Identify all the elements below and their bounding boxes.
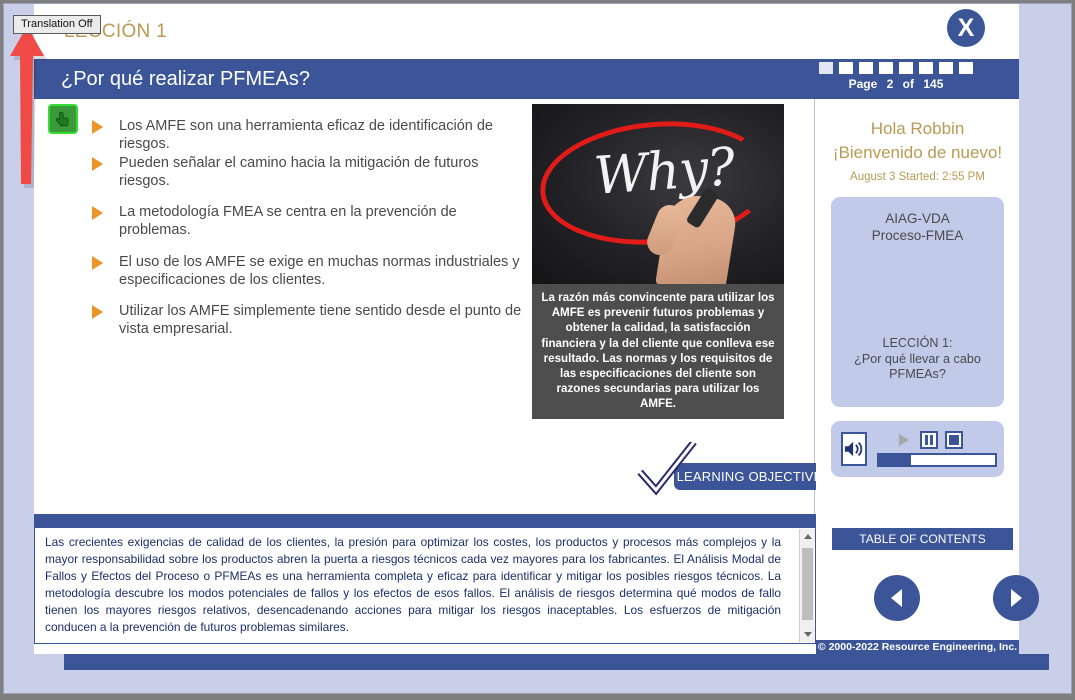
body-text-panel: Las crecientes exigencias de calidad de … — [34, 527, 816, 644]
green-pointing-hand-icon[interactable] — [48, 104, 78, 134]
current-lesson-block: LECCIÓN 1: ¿Por qué llevar a cabo PFMEAs… — [831, 336, 1004, 383]
header-bar: ¿Por qué realizar PFMEAs? Page 2 of 145 — [34, 59, 1019, 99]
stop-icon[interactable] — [945, 431, 963, 449]
learning-objectives-button[interactable]: LEARNING OBJECTIVES — [674, 463, 834, 490]
desktop-background: LECCIÓN 1 X ¿Por qué realizar PFMEAs? Pa… — [0, 0, 1075, 700]
pager-square — [819, 62, 833, 74]
bullet-triangle-icon — [92, 120, 103, 134]
table-of-contents-button[interactable]: TABLE OF CONTENTS — [832, 528, 1013, 550]
bullet-item: Los AMFE son una herramienta eficaz de i… — [92, 117, 522, 154]
scrollbar[interactable] — [799, 529, 815, 642]
bullet-triangle-icon — [92, 305, 103, 320]
speaker-on-icon[interactable] — [841, 432, 867, 466]
greeting-line-2: ¡Bienvenido de nuevo! — [832, 143, 1003, 162]
close-button[interactable]: X — [947, 9, 985, 47]
pager-text: Page 2 of 145 — [806, 77, 986, 91]
media-right-group — [877, 431, 997, 467]
left-content-pane: Los AMFE son una herramienta eficaz de i… — [34, 99, 834, 514]
pause-icon[interactable] — [920, 431, 938, 449]
scrollbar-thumb[interactable] — [802, 548, 813, 620]
body-text: Las crecientes exigencias de calidad de … — [45, 535, 781, 634]
bullet-text: Los AMFE son una herramienta eficaz de i… — [119, 118, 493, 153]
next-arrow-icon[interactable] — [993, 575, 1039, 621]
pager-square — [859, 62, 873, 74]
audio-progress-bar[interactable] — [877, 453, 997, 467]
pager-square — [879, 62, 893, 74]
footer-bar — [64, 654, 1049, 670]
course-title-line-1: AIAG-VDA — [885, 211, 950, 226]
translation-toggle-button[interactable]: Translation Off — [13, 15, 101, 34]
scroll-down-icon[interactable] — [800, 627, 815, 642]
bullet-item: Utilizar los AMFE simplemente tiene sent… — [92, 302, 522, 339]
title-band: LECCIÓN 1 X — [34, 4, 1019, 59]
why-handwritten-photo: Why? — [532, 104, 784, 284]
pager-progress-squares — [806, 62, 986, 74]
media-player — [831, 421, 1004, 477]
play-icon[interactable] — [895, 431, 913, 449]
lesson-line-2: ¿Por qué llevar a cabo — [854, 351, 981, 366]
bullet-triangle-icon — [92, 255, 103, 270]
bullet-triangle-icon — [92, 206, 103, 221]
media-buttons — [895, 431, 997, 449]
image-caption: La razón más convincente para utilizar l… — [532, 284, 784, 419]
page-canvas: LECCIÓN 1 X ¿Por qué realizar PFMEAs? Pa… — [34, 4, 1049, 670]
bullet-text: Pueden señalar el camino hacia la mitiga… — [119, 154, 479, 189]
pager-of-label: of — [902, 77, 914, 91]
pager: Page 2 of 145 — [806, 62, 986, 91]
scroll-up-icon[interactable] — [800, 529, 815, 544]
greeting-line-1: Hola Robbin — [870, 119, 965, 138]
lesson-line-3: PFMEAs? — [889, 367, 946, 382]
bullet-text: El uso de los AMFE se exige en muchas no… — [119, 253, 520, 288]
audio-progress-fill — [879, 455, 912, 465]
bullet-triangle-icon — [92, 156, 103, 171]
bullet-item: El uso de los AMFE se exige en muchas no… — [92, 253, 522, 290]
bullet-item: Pueden señalar el camino hacia la mitiga… — [92, 154, 522, 191]
bullet-text: La metodología FMEA se centra en la prev… — [119, 204, 457, 239]
learning-objectives-wrap: LEARNING OBJECTIVES — [636, 442, 836, 498]
course-title-line-2: Proceso-FMEA — [871, 227, 964, 243]
pager-square — [919, 62, 933, 74]
separator-bar — [34, 514, 816, 527]
page-title: ¿Por qué realizar PFMEAs? — [61, 68, 310, 90]
bullet-text: Utilizar los AMFE simplemente tiene sent… — [119, 303, 522, 338]
lesson-line-1: LECCIÓN 1: — [882, 335, 953, 350]
bullet-item: La metodología FMEA se centra en la prev… — [92, 203, 522, 240]
course-player-window: LECCIÓN 1 X ¿Por qué realizar PFMEAs? Pa… — [3, 3, 1072, 694]
content-row: Los AMFE son una herramienta eficaz de i… — [34, 99, 1019, 514]
pager-square — [839, 62, 853, 74]
previous-arrow-icon[interactable] — [874, 575, 920, 621]
pager-total-pages: 145 — [923, 77, 944, 91]
pager-square — [939, 62, 953, 74]
copyright-text: © 2000-2022 Resource Engineering, Inc. — [816, 640, 1019, 655]
pager-current-page: 2 — [886, 77, 894, 91]
pager-page-label: Page — [848, 77, 878, 91]
pager-square — [959, 62, 973, 74]
sidebar: Hola Robbin ¡Bienvenido de nuevo! August… — [816, 99, 1019, 514]
bullet-list: Los AMFE son una herramienta eficaz de i… — [92, 117, 522, 339]
session-started-text: August 3 Started: 2:55 PM — [850, 171, 985, 183]
pager-square — [899, 62, 913, 74]
course-card[interactable]: AIAG-VDA Proceso-FMEA LECCIÓN 1: ¿Por qu… — [831, 197, 1004, 407]
why-image-block: Why? La razón más convincente para utili… — [532, 104, 784, 419]
